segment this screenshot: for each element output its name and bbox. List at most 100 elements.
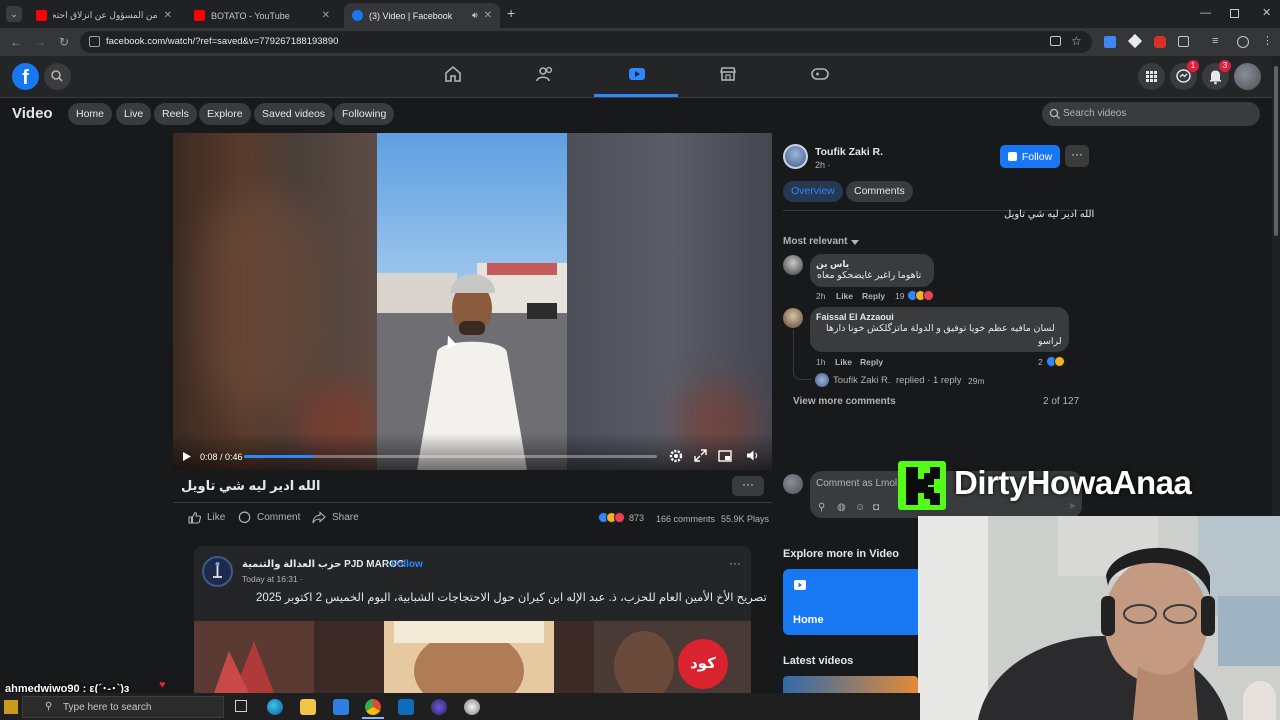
app-icon[interactable]	[464, 699, 480, 715]
reply-summary[interactable]: replied · 1 reply	[896, 375, 961, 386]
browser-tab[interactable]: BOTATO - YouTube ✕	[186, 3, 338, 28]
forward-icon[interactable]: →	[33, 35, 47, 49]
page-follow-link[interactable]: · Follow	[385, 559, 423, 570]
camera-icon[interactable]: ◘	[873, 502, 879, 513]
pip-button[interactable]	[718, 450, 732, 462]
gaming-nav-icon[interactable]	[810, 64, 830, 84]
close-tab-icon[interactable]: ✕	[164, 10, 172, 21]
messenger-button[interactable]: 1	[1170, 60, 1199, 90]
comment-reply-button[interactable]: Reply	[860, 357, 883, 367]
start-button[interactable]	[4, 700, 18, 714]
video-player[interactable]: 0:08 / 0:46	[173, 133, 772, 470]
post-more-icon[interactable]: ···	[729, 556, 741, 570]
restore-icon[interactable]	[1230, 9, 1239, 18]
marketplace-nav-icon[interactable]	[718, 64, 738, 84]
back-icon[interactable]: ←	[9, 35, 23, 49]
search-button[interactable]	[44, 63, 71, 90]
search-videos-input[interactable]: Search videos	[1042, 102, 1260, 126]
author-name[interactable]: Toufik Zaki R.	[815, 146, 883, 158]
obs-icon[interactable]	[431, 699, 447, 715]
browser-menu-icon[interactable]: ⋮	[1262, 34, 1273, 47]
store-icon[interactable]	[333, 699, 349, 715]
more-options-button[interactable]: ···	[732, 476, 764, 496]
notifications-button[interactable]: 3	[1202, 60, 1231, 90]
comments-count[interactable]: 166 comments	[656, 514, 715, 524]
follow-button[interactable]: Follow	[1000, 145, 1060, 168]
reply-author[interactable]: Toufik Zaki R.	[833, 375, 891, 386]
reload-icon[interactable]: ↻	[57, 35, 71, 49]
send-icon[interactable]: ➤	[1068, 501, 1076, 512]
pill-saved-videos[interactable]: Saved videos	[254, 103, 334, 125]
extensions-puzzle-icon[interactable]	[1178, 36, 1189, 47]
like-button[interactable]: Like	[188, 511, 225, 524]
comment-reply-button[interactable]: Reply	[862, 291, 885, 301]
edge-icon[interactable]	[267, 699, 283, 715]
translate-extension-icon[interactable]	[1104, 36, 1116, 48]
outlook-icon[interactable]	[398, 699, 414, 715]
pill-live[interactable]: Live	[116, 103, 152, 125]
friends-nav-icon[interactable]	[535, 64, 555, 84]
volume-button[interactable]	[746, 449, 759, 462]
latest-video-thumbnail[interactable]	[783, 676, 918, 693]
install-icon[interactable]	[1050, 36, 1061, 46]
tab-comments[interactable]: Comments	[846, 181, 913, 202]
browser-tab[interactable]: من المسؤول عن انزلاق احتجاجات ✕	[28, 3, 180, 28]
extension-icon[interactable]	[1127, 33, 1143, 49]
commenter-avatar[interactable]	[783, 308, 803, 328]
comment-like-button[interactable]: Like	[835, 357, 852, 367]
speaker-icon[interactable]: 🔊︎	[472, 10, 478, 21]
reply-avatar[interactable]	[815, 373, 829, 387]
address-bar[interactable]: facebook.com/watch/?ref=saved&v=77926718…	[80, 31, 1092, 53]
home-nav-icon[interactable]	[443, 64, 463, 84]
extension-red-icon[interactable]	[1154, 36, 1166, 48]
taskbar-search[interactable]: ⚲ Type here to search	[22, 696, 224, 718]
post-video-thumbnail[interactable]: كود	[194, 621, 751, 693]
close-tab-icon[interactable]: ✕	[322, 10, 330, 21]
reaction-summary[interactable]: 873	[598, 512, 644, 523]
fullscreen-button[interactable]	[694, 449, 707, 462]
facebook-logo-icon[interactable]: f	[12, 63, 39, 90]
profile-icon[interactable]	[1237, 36, 1249, 48]
file-explorer-icon[interactable]	[300, 699, 316, 715]
site-info-icon[interactable]	[89, 36, 100, 47]
author-avatar[interactable]	[783, 144, 808, 169]
video-nav-icon[interactable]	[627, 64, 647, 84]
sticker-icon[interactable]: ◍	[837, 502, 846, 513]
pill-reels[interactable]: Reels	[154, 103, 197, 125]
pill-home[interactable]: Home	[68, 103, 113, 125]
share-button[interactable]: Share	[312, 511, 359, 524]
commenter-name[interactable]: ياس ين	[816, 259, 849, 270]
minimize-icon[interactable]: —	[1200, 7, 1211, 19]
commenter-avatar[interactable]	[783, 255, 803, 275]
close-tab-icon[interactable]: ✕	[484, 10, 492, 21]
page-avatar[interactable]	[202, 556, 233, 587]
chrome-icon[interactable]	[365, 699, 381, 715]
comment-reactions[interactable]: 19	[895, 290, 935, 301]
reading-list-icon[interactable]: ≡	[1212, 35, 1218, 47]
comment-reactions[interactable]: 2	[1038, 356, 1065, 367]
task-view-icon[interactable]	[235, 700, 247, 712]
progress-bar[interactable]	[244, 455, 657, 458]
bookmark-star-icon[interactable]: ☆	[1071, 34, 1082, 48]
commenter-name[interactable]: Faissal El Azzaoui	[816, 312, 894, 322]
browser-tab-active[interactable]: (3) Video | Facebook 🔊︎ ✕	[344, 3, 500, 28]
pill-following[interactable]: Following	[334, 103, 395, 125]
avatar-sticker-icon[interactable]: ⚲	[818, 502, 825, 513]
page-name[interactable]: حزب العدالة والتنمية PJD MAROC	[242, 559, 404, 570]
tab-overview[interactable]: Overview	[783, 181, 843, 202]
play-button[interactable]	[182, 451, 192, 462]
emoji-icon[interactable]: ☺	[855, 502, 865, 513]
author-more-button[interactable]: ···	[1065, 145, 1089, 167]
menu-grid-button[interactable]	[1138, 63, 1165, 90]
explore-home-card[interactable]: Home	[783, 569, 933, 635]
comment-button[interactable]: Comment	[238, 511, 300, 524]
new-tab-button[interactable]: +	[507, 6, 515, 20]
tab-search-button[interactable]: ⌄	[6, 6, 22, 22]
account-avatar[interactable]	[1234, 63, 1261, 90]
settings-button[interactable]	[669, 449, 683, 463]
sort-dropdown[interactable]: Most relevant	[783, 236, 860, 247]
close-window-icon[interactable]: ✕	[1262, 6, 1271, 19]
pill-explore[interactable]: Explore	[199, 103, 251, 125]
view-more-comments-link[interactable]: View more comments	[793, 396, 896, 407]
comment-like-button[interactable]: Like	[836, 291, 853, 301]
